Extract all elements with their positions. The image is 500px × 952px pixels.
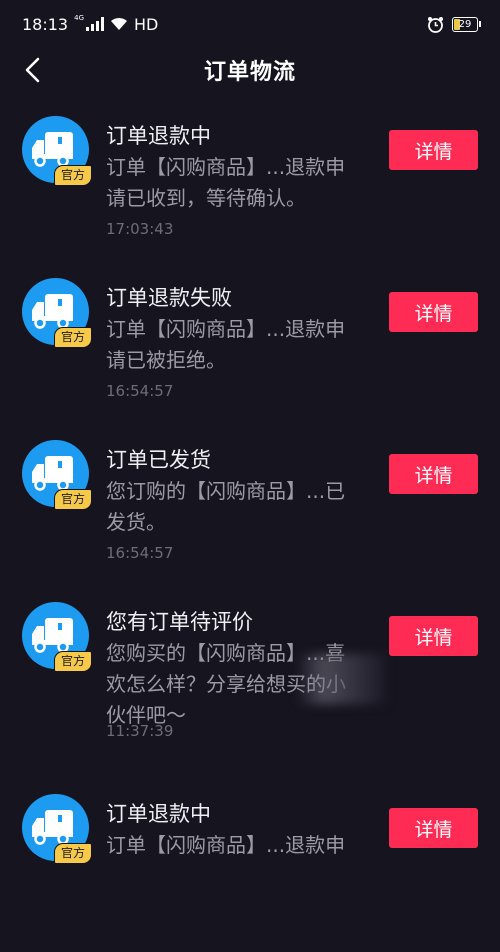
list-item[interactable]: 官方 您有订单待评价 您购买的【闪购商品】...喜欢怎么样？分享给想买的小伙伴吧… [0, 598, 500, 790]
delivery-truck-icon [32, 132, 73, 167]
delivery-truck-icon [32, 456, 73, 491]
alarm-clock-icon [428, 16, 443, 33]
item-title: 订单已发货 [106, 448, 211, 472]
item-timestamp: 16:54:57 [106, 382, 174, 400]
status-left: 18:13 4G HD [22, 13, 159, 34]
avatar: 官方 [22, 116, 92, 186]
item-description: 订单【闪购商品】...退款申请已收到，等待确认。 [106, 155, 346, 210]
item-title: 您有订单待评价 [106, 610, 253, 634]
official-badge: 官方 [54, 489, 92, 510]
list-item[interactable]: 官方 订单退款中 订单【闪购商品】...退款申 详情 [0, 790, 500, 952]
item-timestamp: 17:03:43 [106, 220, 174, 238]
item-title: 订单退款中 [106, 124, 211, 148]
status-time: 18:13 [22, 14, 69, 34]
status-right: 29 [427, 16, 481, 33]
delivery-truck-icon [32, 618, 73, 653]
item-title: 订单退款中 [106, 802, 211, 826]
avatar: 官方 [22, 602, 92, 672]
official-badge: 官方 [54, 651, 92, 672]
battery-level: 29 [458, 18, 472, 30]
list-item[interactable]: 官方 订单已发货 您订购的【闪购商品】...已发货。 16:54:57 详情 [0, 436, 500, 598]
item-timestamp: 11:37:39 [106, 722, 174, 740]
wifi-icon [111, 17, 127, 30]
detail-button[interactable]: 详情 [389, 808, 478, 848]
blurred-overlay [296, 654, 386, 704]
detail-button[interactable]: 详情 [389, 454, 478, 494]
avatar: 官方 [22, 440, 92, 510]
official-badge: 官方 [54, 327, 92, 348]
notification-list: 官方 订单退款中 订单【闪购商品】...退款申请已收到，等待确认。 17:03:… [0, 112, 500, 952]
avatar: 官方 [22, 278, 92, 348]
list-item[interactable]: 官方 订单退款失败 订单【闪购商品】...退款申请已被拒绝。 16:54:57 … [0, 274, 500, 436]
avatar: 官方 [22, 794, 92, 864]
list-item[interactable]: 官方 订单退款中 订单【闪购商品】...退款申请已收到，等待确认。 17:03:… [0, 112, 500, 274]
item-description: 订单【闪购商品】...退款申请已被拒绝。 [106, 317, 346, 372]
delivery-truck-icon [32, 294, 73, 329]
network-type: 4G [74, 13, 84, 22]
official-badge: 官方 [54, 843, 92, 864]
hd-indicator: HD [134, 14, 159, 34]
item-description: 订单【闪购商品】...退款申 [106, 833, 346, 857]
signal-icon [86, 17, 104, 31]
detail-button[interactable]: 详情 [389, 292, 478, 332]
detail-button[interactable]: 详情 [389, 616, 478, 656]
item-timestamp: 16:54:57 [106, 544, 174, 562]
delivery-truck-icon [32, 810, 73, 845]
back-arrow-icon[interactable] [20, 56, 48, 84]
page-title: 订单物流 [203, 60, 296, 85]
detail-button[interactable]: 详情 [389, 130, 478, 170]
nav-bar: 订单物流 [0, 48, 500, 92]
official-badge: 官方 [54, 165, 92, 186]
item-title: 订单退款失败 [106, 286, 232, 310]
item-description: 您订购的【闪购商品】...已发货。 [106, 479, 346, 534]
battery-icon: 29 [452, 16, 481, 32]
status-bar: 18:13 4G HD 29 [0, 0, 500, 48]
